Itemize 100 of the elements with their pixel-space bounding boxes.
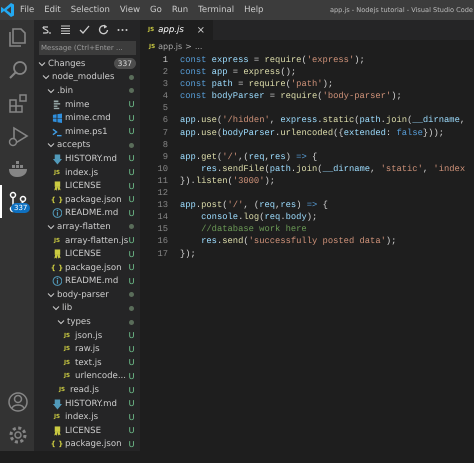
breadcrumb-separator: > (185, 42, 192, 51)
status-letter: U (128, 344, 136, 354)
file-name[interactable]: mime (65, 100, 127, 110)
chevron-icon[interactable] (52, 304, 60, 312)
line-number: 17 (156, 248, 168, 260)
menu-item[interactable]: Go (145, 5, 167, 15)
chevron-icon[interactable] (38, 60, 46, 68)
menu-item[interactable]: Edit (39, 5, 66, 15)
file-name[interactable]: README.md (65, 276, 127, 286)
code-line: //database work here (200, 223, 307, 236)
file-name[interactable]: README.md (65, 208, 127, 218)
menu-item[interactable]: View (114, 5, 146, 15)
file-name[interactable]: HISTORY.md (65, 154, 127, 164)
chevron-icon[interactable] (47, 222, 55, 231)
modified-dot (129, 88, 134, 94)
folder-name[interactable]: lib (62, 303, 127, 314)
code-line: res.sendFile(path.join(__dirname, 'static', 'index (200, 162, 466, 175)
info-icon (52, 275, 62, 288)
file-name[interactable]: text.js (75, 358, 127, 368)
info-icon (52, 207, 62, 220)
menu-item[interactable]: File (15, 5, 40, 15)
line-number: 3 (162, 78, 168, 90)
chevron-icon[interactable] (42, 73, 50, 82)
folder-name[interactable]: types (67, 317, 127, 328)
line-number: 12 (156, 187, 168, 200)
checkmark-icon[interactable] (78, 23, 91, 36)
file-name[interactable]: json.js (75, 330, 127, 341)
line-number: 13 (156, 199, 168, 212)
line-number: 9 (162, 150, 168, 163)
line-number: 14 (156, 211, 168, 224)
file-icon (52, 98, 62, 111)
code-line: app.post('/', (req,res) => { (180, 199, 328, 212)
line-number: 1 (162, 54, 168, 66)
modified-dot (129, 306, 134, 311)
file-name[interactable]: HISTORY.md (65, 398, 127, 409)
folder-name[interactable]: body-parser (57, 290, 127, 300)
file-name[interactable]: LICENSE (65, 249, 127, 260)
code-line: const app = express(); (180, 66, 296, 78)
folder-name[interactable]: .bin (57, 86, 127, 96)
chevron-icon[interactable] (47, 86, 55, 95)
ribbon-icon (52, 180, 62, 192)
file-name[interactable]: array-flatten.js (65, 236, 127, 246)
menu-item[interactable]: Run (166, 5, 194, 15)
status-letter: U (128, 154, 136, 164)
menu-item[interactable]: Help (239, 5, 268, 15)
file-name[interactable]: mime.ps1 (65, 126, 127, 137)
file-name[interactable]: package.json (65, 439, 127, 450)
file-name[interactable]: package.json (65, 262, 127, 273)
down-arrow-icon (52, 398, 62, 410)
folder-name[interactable]: accepts (57, 140, 127, 150)
line-number: 7 (162, 126, 168, 139)
status-letter: U (128, 399, 136, 408)
menu-item[interactable]: Selection (66, 5, 115, 15)
folder-name[interactable]: node_modules (52, 72, 127, 82)
line-number: 15 (156, 223, 168, 236)
code-line: app.get('/',(req,res) => { (180, 150, 318, 163)
status-letter: U (128, 182, 136, 191)
line-number: 5 (162, 102, 168, 114)
status-letter: U (128, 372, 136, 381)
status-letter: U (128, 114, 136, 123)
file-name[interactable]: urlencode... (75, 371, 127, 382)
code-line: }).listen('3000'); (180, 174, 276, 188)
modified-dot (129, 320, 134, 325)
line-number: 8 (162, 138, 168, 151)
code-line: res.send('successfully posted data'); (200, 235, 396, 248)
file-name[interactable]: mime.cmd (65, 113, 127, 124)
refresh-icon[interactable] (97, 23, 110, 36)
status-letter: U (128, 263, 136, 272)
file-name[interactable]: raw.js (75, 344, 127, 354)
status-letter: U (128, 168, 136, 178)
status-letter: U (128, 127, 136, 136)
status-letter: U (128, 195, 136, 204)
breadcrumb-item[interactable]: ... (194, 42, 202, 51)
file-name[interactable]: index.js (65, 168, 127, 178)
folder-name[interactable]: array-flatten (57, 222, 127, 232)
line-number: 10 (156, 162, 168, 175)
menu-item[interactable]: Terminal (193, 5, 240, 15)
chevron-icon[interactable] (47, 141, 55, 150)
code-line: app.use('/hidden', express.static(path.join(__dirname, (180, 114, 466, 127)
modified-dot (129, 142, 134, 148)
code-line: }); (180, 248, 196, 260)
breadcrumb-item[interactable]: app.js (158, 42, 182, 51)
line-number: 11 (156, 174, 168, 188)
status-letter: U (128, 331, 136, 340)
file-name[interactable]: package.json (65, 194, 127, 205)
status-letter: U (128, 276, 136, 286)
status-letter: U (128, 236, 136, 246)
file-name[interactable]: index.js (65, 412, 127, 422)
code-line: const express = require('express'); (180, 54, 365, 66)
chevron-icon[interactable] (47, 290, 55, 299)
status-letter: U (128, 208, 136, 218)
status-letter: U (128, 386, 136, 395)
changes-header[interactable]: Changes (48, 58, 114, 69)
ribbon-icon (52, 248, 62, 260)
file-name[interactable]: LICENSE (65, 426, 127, 436)
close-icon[interactable]: × (196, 24, 205, 36)
file-name[interactable]: read.js (70, 385, 127, 396)
chevron-icon[interactable] (57, 318, 65, 326)
file-name[interactable]: LICENSE (65, 181, 127, 192)
list-icon[interactable] (59, 23, 72, 36)
